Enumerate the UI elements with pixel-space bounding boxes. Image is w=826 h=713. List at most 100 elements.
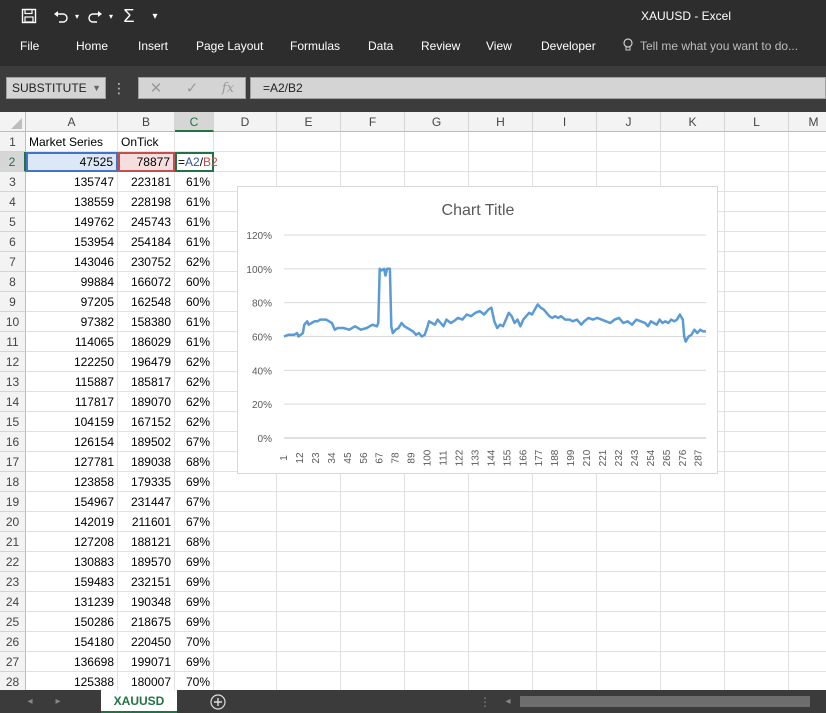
- cell-empty[interactable]: [597, 492, 661, 512]
- cell-b[interactable]: 166072: [118, 272, 175, 292]
- cell-empty[interactable]: [789, 152, 826, 172]
- column-header-c[interactable]: C: [175, 112, 214, 132]
- cell-c[interactable]: 69%: [175, 472, 214, 492]
- cell-empty[interactable]: [469, 532, 533, 552]
- cell-empty[interactable]: [789, 532, 826, 552]
- cell-empty[interactable]: [789, 632, 826, 652]
- row-header[interactable]: 8: [0, 272, 26, 292]
- cell-empty[interactable]: [469, 552, 533, 572]
- cell-empty[interactable]: [725, 672, 789, 690]
- row-header[interactable]: 13: [0, 372, 26, 392]
- cell-b[interactable]: 231447: [118, 492, 175, 512]
- cell-empty[interactable]: [725, 432, 789, 452]
- cell-empty[interactable]: [661, 612, 725, 632]
- cell-empty[interactable]: [341, 132, 405, 152]
- cell-empty[interactable]: [661, 552, 725, 572]
- cell-empty[interactable]: [469, 512, 533, 532]
- cell-empty[interactable]: [469, 652, 533, 672]
- cell-b[interactable]: 180007: [118, 672, 175, 690]
- cell-empty[interactable]: [661, 532, 725, 552]
- cell-empty[interactable]: [789, 392, 826, 412]
- cell-empty[interactable]: [341, 572, 405, 592]
- cell-empty[interactable]: [725, 412, 789, 432]
- cell-empty[interactable]: [661, 132, 725, 152]
- cell-empty[interactable]: [661, 652, 725, 672]
- more-options-icon[interactable]: ⋮: [108, 77, 130, 99]
- row-header[interactable]: 11: [0, 332, 26, 352]
- cell-c[interactable]: 60%: [175, 272, 214, 292]
- cell-b[interactable]: 167152: [118, 412, 175, 432]
- cell-empty[interactable]: [405, 132, 469, 152]
- cell-empty[interactable]: [405, 492, 469, 512]
- cell-empty[interactable]: [597, 672, 661, 690]
- cell-empty[interactable]: [661, 512, 725, 532]
- cell-empty[interactable]: [214, 612, 277, 632]
- cell-a[interactable]: 97205: [26, 292, 118, 312]
- horizontal-scrollbar[interactable]: [520, 696, 810, 707]
- cell-empty[interactable]: [277, 632, 341, 652]
- cell-empty[interactable]: [789, 272, 826, 292]
- cell-empty[interactable]: [597, 612, 661, 632]
- cell-b[interactable]: 220450: [118, 632, 175, 652]
- cell-b[interactable]: 223181: [118, 172, 175, 192]
- cell-empty[interactable]: [277, 132, 341, 152]
- cell-empty[interactable]: [789, 332, 826, 352]
- cell-empty[interactable]: [405, 632, 469, 652]
- tab-review[interactable]: Review: [421, 39, 460, 53]
- cell-c[interactable]: 62%: [175, 372, 214, 392]
- cell-empty[interactable]: [469, 572, 533, 592]
- cell-c[interactable]: 69%: [175, 612, 214, 632]
- cell-empty[interactable]: [469, 672, 533, 690]
- tab-file[interactable]: File: [20, 39, 39, 53]
- cell-a[interactable]: 115887: [26, 372, 118, 392]
- cell-b[interactable]: 189502: [118, 432, 175, 452]
- cell-b[interactable]: 158380: [118, 312, 175, 332]
- cell-empty[interactable]: [533, 532, 597, 552]
- column-header-a[interactable]: A: [26, 112, 118, 132]
- cell-b[interactable]: 185817: [118, 372, 175, 392]
- cell-a[interactable]: 99884: [26, 272, 118, 292]
- column-header-d[interactable]: D: [214, 112, 277, 132]
- cell-a[interactable]: 47525: [26, 152, 118, 172]
- cell-empty[interactable]: [533, 572, 597, 592]
- cell-empty[interactable]: [597, 512, 661, 532]
- row-header[interactable]: 7: [0, 252, 26, 272]
- row-header[interactable]: 19: [0, 492, 26, 512]
- chart-title[interactable]: Chart Title: [442, 202, 515, 219]
- cell-empty[interactable]: [469, 132, 533, 152]
- cell-c[interactable]: 69%: [175, 552, 214, 572]
- cell-c[interactable]: 61%: [175, 172, 214, 192]
- cell-empty[interactable]: [661, 492, 725, 512]
- cell-b[interactable]: 211601: [118, 512, 175, 532]
- cell-empty[interactable]: [405, 152, 469, 172]
- row-header[interactable]: 20: [0, 512, 26, 532]
- cell-empty[interactable]: [789, 172, 826, 192]
- row-header[interactable]: 3: [0, 172, 26, 192]
- cell-c[interactable]: 70%: [175, 632, 214, 652]
- cell-empty[interactable]: [214, 512, 277, 532]
- cell-a[interactable]: 123858: [26, 472, 118, 492]
- cell-empty[interactable]: [341, 612, 405, 632]
- cell-a[interactable]: 154180: [26, 632, 118, 652]
- cell-empty[interactable]: [789, 432, 826, 452]
- redo-icon[interactable]: [84, 5, 106, 27]
- cell-empty[interactable]: [725, 512, 789, 532]
- cell-b[interactable]: 228198: [118, 192, 175, 212]
- insert-function-icon[interactable]: fx: [212, 77, 244, 99]
- cell-b[interactable]: 245743: [118, 212, 175, 232]
- column-header-e[interactable]: E: [277, 112, 341, 132]
- cell-empty[interactable]: [533, 152, 597, 172]
- cell-empty[interactable]: [725, 152, 789, 172]
- cell-empty[interactable]: [405, 652, 469, 672]
- cell-empty[interactable]: [214, 632, 277, 652]
- cell-c[interactable]: 69%: [175, 592, 214, 612]
- cell-c[interactable]: 70%: [175, 672, 214, 690]
- cell-empty[interactable]: [341, 632, 405, 652]
- cell-empty[interactable]: [725, 452, 789, 472]
- cell-c[interactable]: 68%: [175, 532, 214, 552]
- row-header[interactable]: 27: [0, 652, 26, 672]
- cell-a[interactable]: 138559: [26, 192, 118, 212]
- header-cell-b[interactable]: OnTick: [118, 132, 175, 152]
- cell-empty[interactable]: [789, 132, 826, 152]
- row-header[interactable]: 25: [0, 612, 26, 632]
